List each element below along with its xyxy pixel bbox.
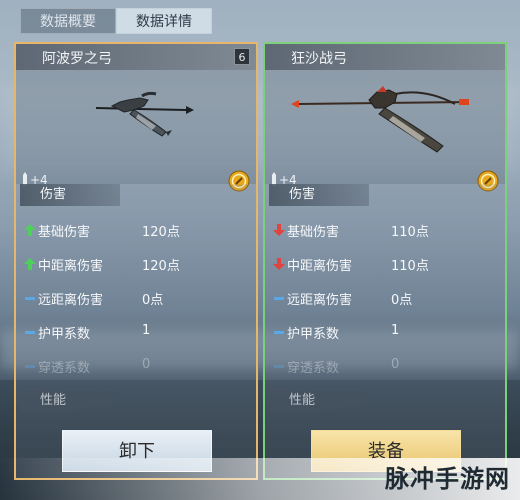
equal-dash-icon — [25, 297, 35, 300]
stat-label: 中距离伤害 — [38, 259, 104, 274]
weapon-preview: +4 — [16, 70, 256, 192]
weapon-name: 狂沙战弓 — [291, 51, 347, 67]
equal-dash-icon — [274, 331, 284, 334]
stat-value: 1 — [391, 323, 400, 338]
stat-value: 120点 — [142, 225, 180, 240]
card-header: 狂沙战弓 — [265, 44, 505, 70]
weapon-name: 阿波罗之弓 — [42, 51, 112, 67]
stat-label: 中距离伤害 — [287, 259, 353, 274]
tab-bar: 数据概要 数据详情 — [20, 8, 212, 34]
stat-row: 护甲系数 1 — [24, 322, 256, 342]
stat-row: 穿透系数 0 — [24, 356, 256, 376]
stat-row: 护甲系数 1 — [273, 322, 505, 342]
stat-value: 0 — [142, 357, 151, 372]
stat-value: 0点 — [391, 293, 413, 308]
stat-label: 基础伤害 — [38, 225, 91, 240]
stat-label: 护甲系数 — [38, 327, 91, 342]
stat-row: 基础伤害 110点 — [273, 220, 505, 240]
weapon-preview: +4 — [265, 70, 505, 192]
stat-label: 穿透系数 — [287, 361, 340, 376]
section-performance: 性能 — [20, 390, 120, 412]
arrow-down-icon — [273, 224, 285, 236]
arrow-down-icon — [273, 258, 285, 270]
stat-value: 0 — [391, 357, 400, 372]
arrow-up-icon — [24, 224, 36, 236]
tab-data-details[interactable]: 数据详情 — [116, 8, 212, 34]
stat-row: 穿透系数 0 — [273, 356, 505, 376]
arrow-up-icon — [24, 258, 36, 270]
card-header: 阿波罗之弓 6 — [16, 44, 256, 70]
stat-label: 穿透系数 — [38, 361, 91, 376]
tab-data-overview[interactable]: 数据概要 — [20, 8, 116, 34]
stat-row: 远距离伤害 0点 — [24, 288, 256, 308]
count-badge: 6 — [234, 48, 250, 65]
stat-label: 护甲系数 — [287, 327, 340, 342]
stat-row: 远距离伤害 0点 — [273, 288, 505, 308]
equipped-weapon-card: 阿波罗之弓 6 +4 伤害 基础伤害 120点 中距离伤害 120点 远距离伤害… — [14, 42, 258, 480]
equal-dash-icon — [274, 365, 284, 368]
section-damage: 伤害 — [269, 184, 369, 206]
stat-value: 1 — [142, 323, 151, 338]
stat-label: 远距离伤害 — [38, 293, 104, 308]
section-damage: 伤害 — [20, 184, 120, 206]
stat-label: 基础伤害 — [287, 225, 340, 240]
watermark-text: 脉冲手游网 — [385, 465, 510, 493]
stat-value: 0点 — [142, 293, 164, 308]
equal-dash-icon — [25, 365, 35, 368]
section-performance: 性能 — [269, 390, 369, 412]
stat-value: 110点 — [391, 259, 429, 274]
stat-row: 基础伤害 120点 — [24, 220, 256, 240]
bow-image — [291, 86, 470, 153]
watermark-banner: 脉冲手游网 — [0, 458, 520, 500]
stat-row: 中距离伤害 110点 — [273, 254, 505, 274]
stat-row: 中距离伤害 120点 — [24, 254, 256, 274]
candidate-weapon-card: 狂沙战弓 +4 伤害 基础伤害 110点 中距离伤害 110点 远距离伤害 0点… — [263, 42, 507, 480]
equal-dash-icon — [274, 297, 284, 300]
bow-image — [95, 91, 194, 137]
stat-label: 远距离伤害 — [287, 293, 353, 308]
stat-value: 110点 — [391, 225, 429, 240]
stat-value: 120点 — [142, 259, 180, 274]
equal-dash-icon — [25, 331, 35, 334]
